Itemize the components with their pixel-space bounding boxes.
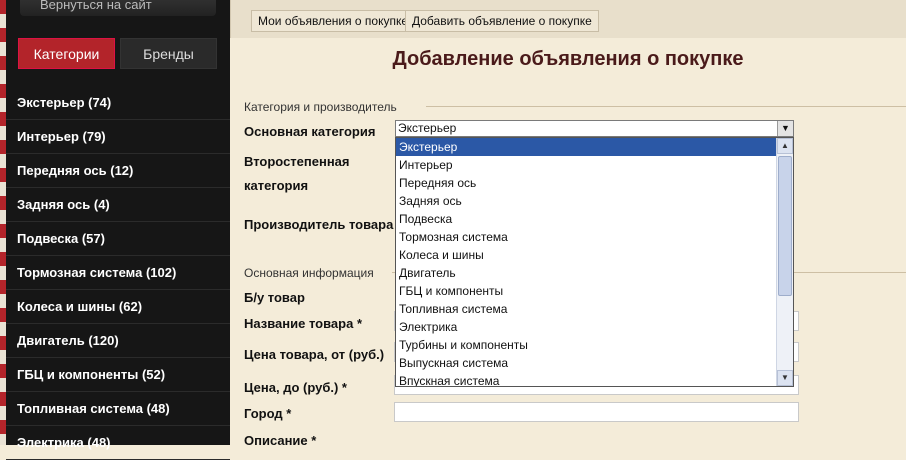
category-list: Экстерьер (74) Интерьер (79) Передняя ос…	[6, 86, 230, 460]
scroll-up-icon[interactable]: ▲	[777, 138, 793, 154]
main-category-dropdown[interactable]: Экстерьер Интерьер Передняя ось Задняя о…	[395, 137, 794, 387]
sidebar-item-category[interactable]: Интерьер (79)	[6, 120, 230, 154]
sidebar-item-category[interactable]: Колеса и шины (62)	[6, 290, 230, 324]
secondary-category-label-line2: категория	[244, 178, 309, 193]
sidebar-item-category[interactable]: Передняя ось (12)	[6, 154, 230, 188]
main-category-select[interactable]: Экстерьер ▼	[395, 120, 794, 137]
back-to-site-button[interactable]: Вернуться на сайт	[20, 0, 216, 16]
add-ad-button[interactable]: Добавить объявление о покупке	[405, 10, 599, 32]
sidebar-item-category[interactable]: Экстерьер (74)	[6, 86, 230, 120]
toolbar: Мои объявления о покупке Добавить объявл…	[230, 0, 906, 38]
scroll-down-icon[interactable]: ▼	[777, 370, 793, 386]
sidebar-item-category[interactable]: Двигатель (120)	[6, 324, 230, 358]
item-name-label: Название товара *	[244, 316, 363, 331]
sidebar-item-category[interactable]: Задняя ось (4)	[6, 188, 230, 222]
my-ads-button[interactable]: Мои объявления о покупке	[251, 10, 416, 32]
dropdown-option[interactable]: Интерьер	[396, 156, 777, 174]
price-to-label: Цена, до (руб.) *	[244, 380, 347, 395]
scrollbar-thumb[interactable]	[778, 156, 792, 296]
sidebar-tabs: Категории Бренды	[18, 38, 218, 69]
dropdown-scrollbar[interactable]: ▲ ▼	[776, 138, 793, 386]
section-divider	[426, 106, 906, 107]
dropdown-option[interactable]: Задняя ось	[396, 192, 777, 210]
section-main-info: Основная информация	[244, 266, 374, 280]
dropdown-option[interactable]: Передняя ось	[396, 174, 777, 192]
dropdown-options: Экстерьер Интерьер Передняя ось Задняя о…	[396, 138, 777, 386]
sidebar-item-category[interactable]: Электрика (48)	[6, 426, 230, 460]
dropdown-option[interactable]: Экстерьер	[396, 138, 777, 156]
tab-categories[interactable]: Категории	[18, 38, 115, 69]
dropdown-option[interactable]: Выпускная система	[396, 354, 777, 372]
main-category-label: Основная категория	[244, 124, 376, 139]
sidebar: Вернуться на сайт Категории Бренды Эксте…	[6, 0, 230, 460]
dropdown-option[interactable]: Подвеска	[396, 210, 777, 228]
dropdown-option[interactable]: ГБЦ и компоненты	[396, 282, 777, 300]
dropdown-option[interactable]: Турбины и компоненты	[396, 336, 777, 354]
dropdown-option[interactable]: Топливная система	[396, 300, 777, 318]
main-content: Мои объявления о покупке Добавить объявл…	[230, 0, 906, 448]
used-item-label: Б/у товар	[244, 290, 305, 305]
sidebar-item-category[interactable]: ГБЦ и компоненты (52)	[6, 358, 230, 392]
page-title: Добавление объявления о покупке	[392, 48, 744, 70]
sidebar-item-category[interactable]: Тормозная система (102)	[6, 256, 230, 290]
dropdown-option[interactable]: Впускная система	[396, 372, 777, 386]
dropdown-option[interactable]: Двигатель	[396, 264, 777, 282]
dropdown-option[interactable]: Тормозная система	[396, 228, 777, 246]
city-label: Город *	[244, 406, 292, 421]
secondary-category-label-line1: Второстепенная	[244, 154, 350, 169]
tab-brands[interactable]: Бренды	[120, 38, 217, 69]
chevron-down-icon[interactable]: ▼	[777, 121, 793, 136]
description-label: Описание *	[244, 433, 317, 448]
section-category-manufacturer: Категория и производитель	[244, 100, 397, 114]
main-category-value: Экстерьер	[398, 121, 457, 135]
price-from-label: Цена товара, от (руб.)	[244, 347, 385, 362]
dropdown-option[interactable]: Колеса и шины	[396, 246, 777, 264]
sidebar-item-category[interactable]: Подвеска (57)	[6, 222, 230, 256]
manufacturer-label: Производитель товара	[244, 217, 394, 232]
sidebar-item-category[interactable]: Топливная система (48)	[6, 392, 230, 426]
dropdown-option[interactable]: Электрика	[396, 318, 777, 336]
city-input[interactable]	[394, 402, 799, 422]
